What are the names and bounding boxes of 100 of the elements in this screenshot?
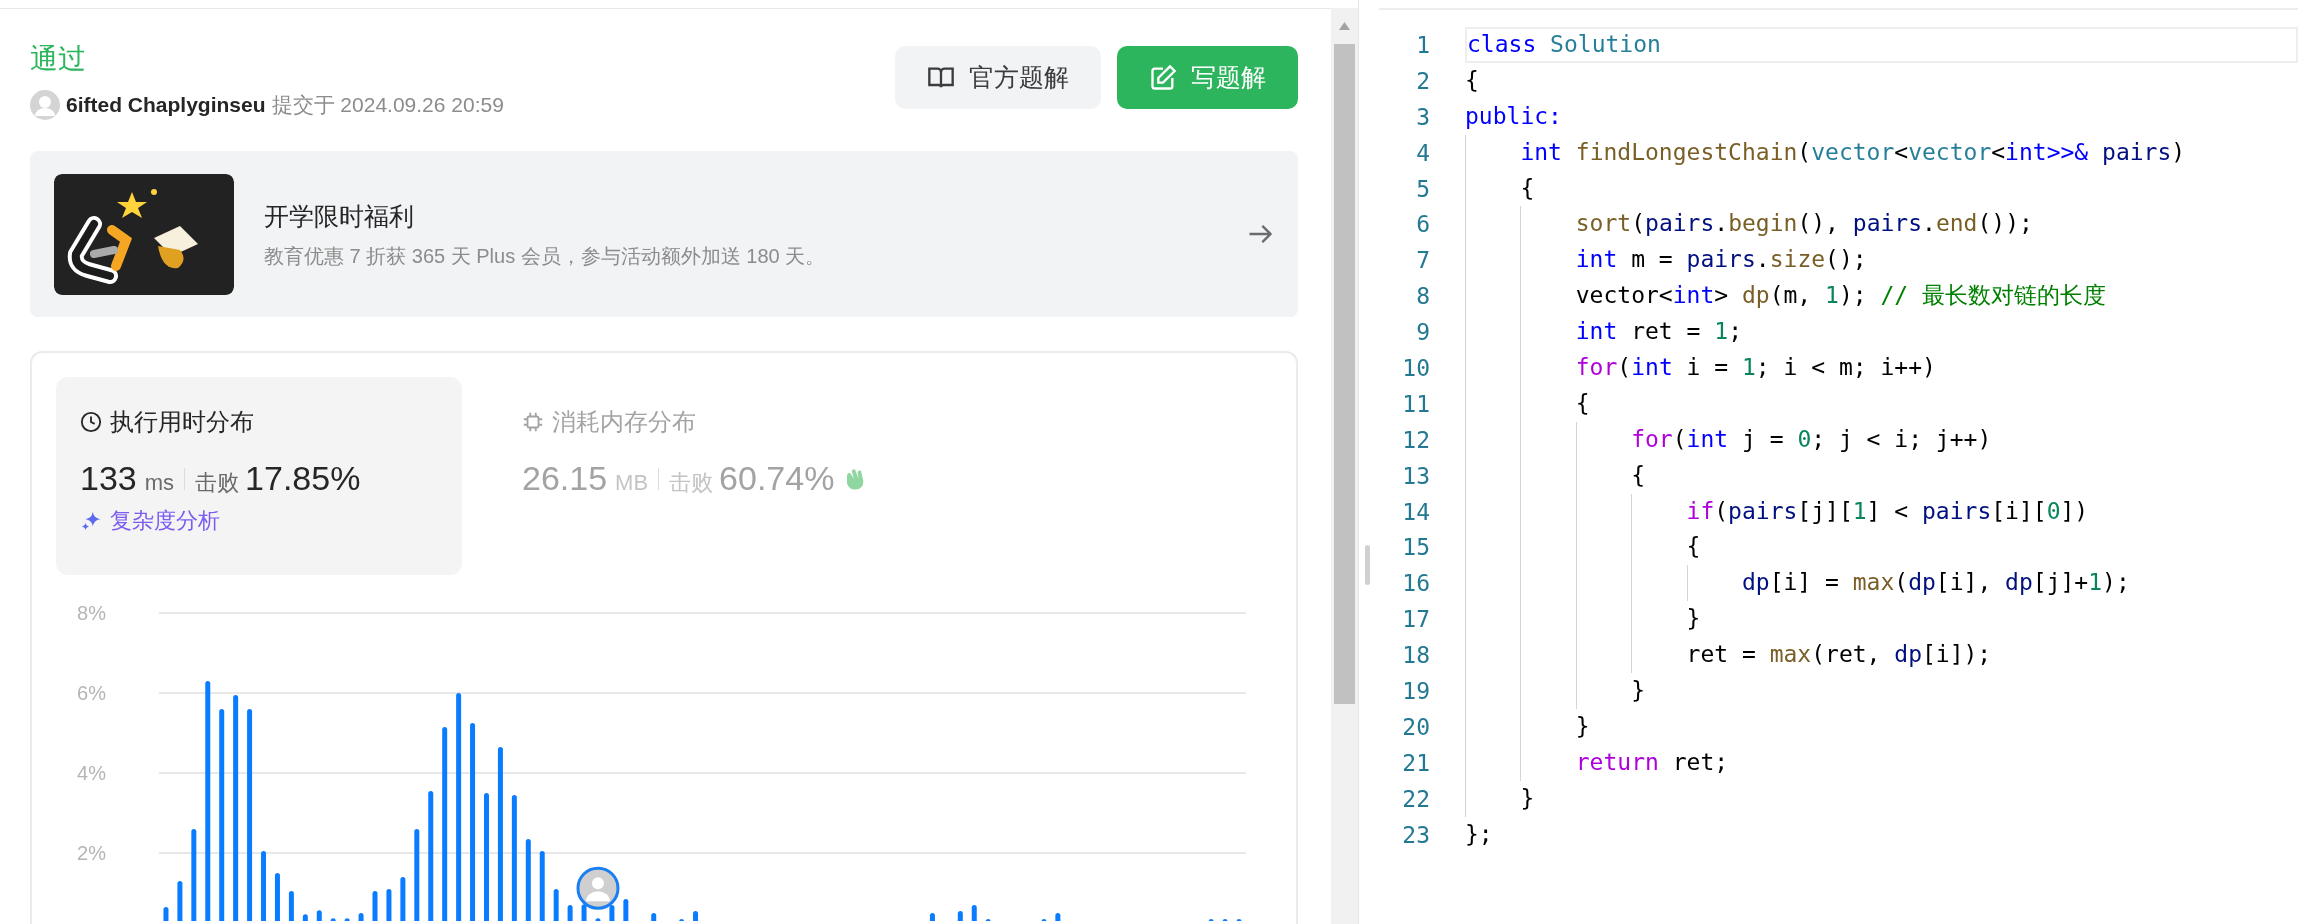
chip-icon [522, 411, 544, 433]
sparkle-icon [80, 510, 102, 532]
code-line: int m = pairs.size(); [1465, 242, 1867, 279]
bar [177, 881, 183, 921]
status-text: 通过 [30, 42, 87, 76]
line-number: 12 [1401, 426, 1431, 453]
line-number: 16 [1401, 570, 1431, 597]
axis-label: 4% [77, 762, 106, 784]
bar [386, 889, 392, 921]
resize-handle[interactable] [1365, 545, 1370, 585]
code-line: int findLongestChain(vector<vector<int>>& pairs) [1465, 134, 2186, 171]
line-number: 15 [1401, 534, 1431, 561]
avatar-marker-icon [576, 866, 620, 910]
bar [693, 911, 699, 921]
submit-time: 提交于 2024.09.26 20:59 [271, 92, 504, 118]
scroll-up-icon[interactable] [1339, 22, 1350, 30]
bar [330, 918, 336, 921]
code-line: for(int i = 1; i < m; i++) [1465, 350, 1936, 386]
bar [651, 913, 657, 921]
line-number: 23 [1401, 821, 1431, 848]
scrollbar-thumb[interactable] [1334, 44, 1355, 704]
code-line: dp[i] = max(dp[i], dp[j]+1); [1465, 565, 2130, 602]
code-line: for(int j = 0; j < i; j++) [1465, 421, 1992, 458]
code-line: { [1465, 529, 1701, 566]
code-line: } [1465, 601, 1701, 638]
line-number: 1 [1415, 31, 1431, 58]
bar [567, 905, 573, 921]
beats-label: 击败 [195, 469, 240, 497]
clock-icon [80, 411, 102, 433]
edit-icon [1149, 63, 1177, 92]
code-line: sort(pairs.begin(), pairs.end()); [1465, 206, 2033, 243]
metric-value: 133 [80, 459, 137, 498]
bar [288, 891, 294, 921]
metric-unit: ms [144, 470, 175, 496]
beats-percent: 60.74% [719, 459, 835, 498]
bar [1055, 913, 1061, 921]
beats-percent: 17.85% [245, 459, 361, 498]
line-number: 9 [1415, 319, 1431, 346]
metric-title: 执行用时分布 [110, 407, 254, 437]
bar [316, 910, 322, 921]
axis-label: 2% [77, 842, 106, 864]
line-number: 3 [1415, 103, 1431, 130]
axis-label: 8% [77, 602, 106, 624]
bar [609, 905, 615, 921]
line-number: 2 [1415, 67, 1431, 94]
bar [163, 907, 169, 921]
line-number: 19 [1401, 677, 1431, 704]
line-number: 4 [1415, 139, 1431, 166]
code-line: { [1465, 457, 1645, 494]
bar [581, 904, 587, 921]
bar [539, 851, 545, 921]
code-line: { [1465, 385, 1590, 422]
code-line: } [1465, 673, 1645, 709]
scrollbar[interactable] [1331, 8, 1358, 924]
code-line: } [1465, 780, 1535, 817]
code-line: ret = max(ret, dp[i]); [1465, 637, 1992, 674]
code-line: } [1465, 708, 1590, 745]
promo-banner[interactable]: 开学限时福利 教育优惠 7 折获 365 天 Plus 会员，参与活动额外加送 180 天。 [30, 151, 1298, 317]
bar [400, 877, 406, 921]
bar [372, 891, 378, 921]
line-number: 21 [1401, 749, 1431, 776]
code-line: vector<int> dp(m, 1); // 最长数对链的长度 [1465, 278, 2106, 315]
code-line: int ret = 1; [1465, 314, 1742, 350]
bar [261, 851, 266, 921]
bar [358, 913, 364, 921]
code-line: if(pairs[j][1] < pairs[i][0]) [1465, 493, 2089, 530]
promo-title: 开学限时福利 [264, 200, 415, 232]
axis-label: 6% [77, 682, 106, 704]
code-line: { [1465, 65, 1479, 95]
code-line: public: [1465, 101, 1562, 131]
line-number: 18 [1401, 642, 1431, 669]
line-number: 8 [1415, 283, 1431, 310]
user-name[interactable]: 6ifted Chaplyginseu [66, 90, 266, 120]
line-number: 13 [1401, 462, 1431, 489]
complexity-link[interactable]: 复杂度分析 [80, 506, 220, 536]
promo-description: 教育优惠 7 折获 365 天 Plus 会员，参与活动额外加送 180 天。 [264, 243, 827, 269]
bar [302, 914, 308, 921]
bar [553, 889, 559, 921]
avatar-icon [30, 90, 60, 120]
metric-value: 26.15 [522, 459, 608, 498]
line-number: 20 [1401, 713, 1431, 740]
code-line: return ret; [1465, 744, 1729, 781]
line-number: 10 [1401, 354, 1431, 381]
bar [929, 913, 935, 921]
line-number: 5 [1415, 175, 1431, 202]
bar [595, 918, 601, 921]
metric-unit: MB [615, 470, 649, 496]
bar [957, 911, 963, 921]
line-number: 17 [1401, 606, 1431, 633]
line-number: 11 [1401, 390, 1431, 417]
code-line: }; [1465, 819, 1493, 849]
metric-title: 消耗内存分布 [552, 407, 696, 437]
runtime-tab[interactable]: 执行用时分布 133 ms 击败 17.85% 复杂度分析 [56, 377, 462, 575]
official-solution-button[interactable]: 官方题解 [895, 46, 1101, 109]
bar [274, 873, 280, 921]
bar [971, 905, 977, 921]
line-number: 22 [1401, 785, 1431, 812]
line-number: 14 [1401, 498, 1431, 525]
bar [344, 918, 350, 921]
bar [623, 899, 629, 921]
